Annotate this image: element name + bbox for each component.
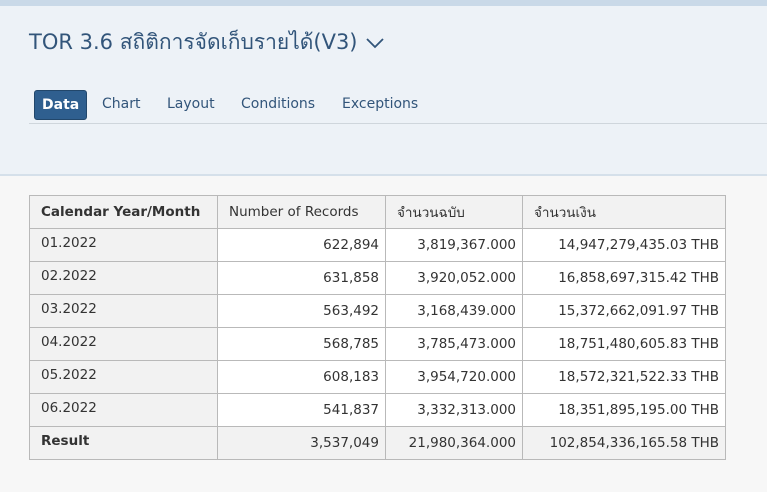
cell-amount[interactable]: 14,947,279,435.03 THB <box>522 228 726 262</box>
cell-records[interactable]: 608,183 <box>217 360 386 394</box>
table-row: 05.2022 608,183 3,954,720.000 18,572,321… <box>29 360 726 394</box>
row-month[interactable]: 04.2022 <box>29 327 218 361</box>
tab-data[interactable]: Data <box>34 90 88 120</box>
table-row: 06.2022 541,837 3,332,313.000 18,351,895… <box>29 393 726 427</box>
row-month[interactable]: 03.2022 <box>29 294 218 328</box>
tab-conditions[interactable]: Conditions <box>241 90 315 118</box>
cell-copies[interactable]: 3,785,473.000 <box>385 327 523 361</box>
cell-records[interactable]: 541,837 <box>217 393 386 427</box>
page-header: TOR 3.6 สถิติการจัดเก็บรายได้(V3) Data C… <box>0 6 767 176</box>
column-header-calendar-year-month[interactable]: Calendar Year/Month <box>29 195 218 229</box>
cell-amount[interactable]: 18,351,895,195.00 THB <box>522 393 726 427</box>
view-tabs: Data Chart Layout Conditions Exceptions <box>29 90 767 124</box>
cell-copies[interactable]: 3,819,367.000 <box>385 228 523 262</box>
tab-layout[interactable]: Layout <box>167 90 215 118</box>
table-row: 01.2022 622,894 3,819,367.000 14,947,279… <box>29 228 726 262</box>
cell-records[interactable]: 563,492 <box>217 294 386 328</box>
results-table: Calendar Year/Month Number of Records จำ… <box>29 195 726 460</box>
cell-amount[interactable]: 18,751,480,605.83 THB <box>522 327 726 361</box>
cell-amount[interactable]: 18,572,321,522.33 THB <box>522 360 726 394</box>
row-month[interactable]: 05.2022 <box>29 360 218 394</box>
row-month[interactable]: 01.2022 <box>29 228 218 262</box>
result-row: Result 3,537,049 21,980,364.000 102,854,… <box>29 426 726 460</box>
cell-records[interactable]: 631,858 <box>217 261 386 295</box>
table-row: 02.2022 631,858 3,920,052.000 16,858,697… <box>29 261 726 295</box>
cell-copies[interactable]: 3,168,439.000 <box>385 294 523 328</box>
column-header-amount[interactable]: จำนวนเงิน <box>522 195 726 229</box>
cell-records[interactable]: 622,894 <box>217 228 386 262</box>
result-copies[interactable]: 21,980,364.000 <box>385 426 523 460</box>
cell-amount[interactable]: 15,372,662,091.97 THB <box>522 294 726 328</box>
cell-records[interactable]: 568,785 <box>217 327 386 361</box>
tab-chart[interactable]: Chart <box>102 90 140 118</box>
row-month[interactable]: 06.2022 <box>29 393 218 427</box>
result-records[interactable]: 3,537,049 <box>217 426 386 460</box>
cell-copies[interactable]: 3,920,052.000 <box>385 261 523 295</box>
page-title: TOR 3.6 สถิติการจัดเก็บรายได้(V3) <box>29 30 358 54</box>
row-month[interactable]: 02.2022 <box>29 261 218 295</box>
table-header-row: Calendar Year/Month Number of Records จำ… <box>29 195 726 229</box>
result-amount[interactable]: 102,854,336,165.58 THB <box>522 426 726 460</box>
table-row: 04.2022 568,785 3,785,473.000 18,751,480… <box>29 327 726 361</box>
cell-amount[interactable]: 16,858,697,315.42 THB <box>522 261 726 295</box>
cell-copies[interactable]: 3,954,720.000 <box>385 360 523 394</box>
column-header-number-of-records[interactable]: Number of Records <box>217 195 386 229</box>
chevron-down-icon[interactable] <box>364 32 386 54</box>
column-header-copies[interactable]: จำนวนฉบับ <box>385 195 523 229</box>
results-table-container: Calendar Year/Month Number of Records จำ… <box>29 195 726 460</box>
tab-exceptions[interactable]: Exceptions <box>342 90 418 118</box>
cell-copies[interactable]: 3,332,313.000 <box>385 393 523 427</box>
result-label[interactable]: Result <box>29 426 218 460</box>
title-row[interactable]: TOR 3.6 สถิติการจัดเก็บรายได้(V3) <box>29 26 386 59</box>
table-row: 03.2022 563,492 3,168,439.000 15,372,662… <box>29 294 726 328</box>
